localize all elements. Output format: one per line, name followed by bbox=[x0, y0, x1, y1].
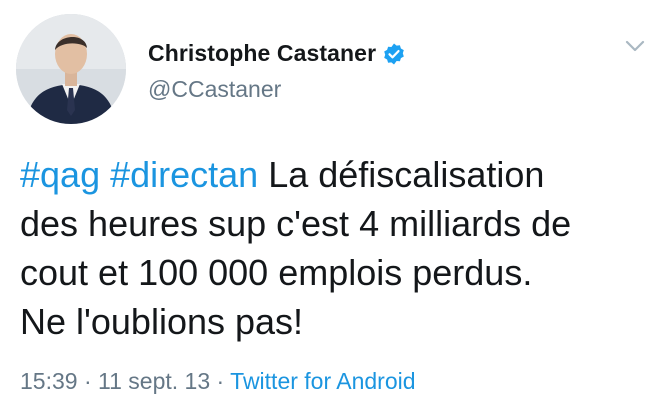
tweet-date[interactable]: 11 sept. 13 bbox=[98, 368, 210, 394]
tweet-source-link[interactable]: Twitter for Android bbox=[230, 368, 415, 394]
tweet-text-line: cout et 100 000 emplois perdus. bbox=[20, 252, 533, 293]
tweet-text: #qag #directan La défiscalisation des he… bbox=[20, 150, 660, 346]
tweet-time[interactable]: 15:39 bbox=[20, 368, 78, 394]
author-name-row: Christophe Castaner bbox=[148, 40, 406, 67]
meta-separator: · bbox=[216, 368, 225, 394]
tweet-text-line: Ne l'oublions pas! bbox=[20, 301, 304, 342]
avatar[interactable] bbox=[16, 14, 126, 124]
chevron-down-icon[interactable] bbox=[624, 38, 646, 54]
author-handle[interactable]: @CCastaner bbox=[148, 76, 281, 103]
hashtag-directan[interactable]: #directan bbox=[110, 154, 258, 195]
tweet-card: Christophe Castaner @CCastaner #qag #dir… bbox=[0, 0, 672, 414]
author-name[interactable]: Christophe Castaner bbox=[148, 40, 376, 67]
tweet-text-line: des heures sup c'est 4 milliards de bbox=[20, 203, 572, 244]
meta-separator: · bbox=[83, 368, 92, 394]
verified-badge-icon bbox=[382, 42, 406, 66]
hashtag-qag[interactable]: #qag bbox=[20, 154, 100, 195]
tweet-meta: 15:39 · 11 sept. 13 · Twitter for Androi… bbox=[20, 368, 416, 395]
tweet-text-line: La défiscalisation bbox=[258, 154, 545, 195]
